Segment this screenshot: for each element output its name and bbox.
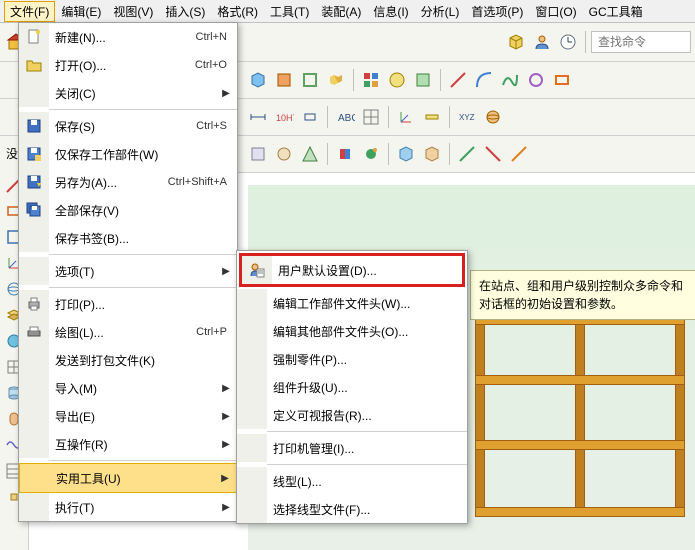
tool-rect-icon[interactable] xyxy=(550,68,574,92)
svg-text:XYZ: XYZ xyxy=(459,113,475,122)
menu-item-utilities[interactable]: 实用工具(U)▶ xyxy=(19,463,237,493)
svg-text:10H7: 10H7 xyxy=(276,113,294,123)
submenu-edit-work-header[interactable]: 编辑工作部件文件头(W)... xyxy=(237,289,467,317)
menu-item-save[interactable]: 保存(S)Ctrl+S xyxy=(19,112,237,140)
menu-edit[interactable]: 编辑(E) xyxy=(55,1,107,22)
menu-analysis[interactable]: 分析(L) xyxy=(415,1,466,22)
tool-circle-icon[interactable] xyxy=(524,68,548,92)
submenu-edit-other-header[interactable]: 编辑其他部件文件头(O)... xyxy=(237,317,467,345)
tool-arc-icon[interactable] xyxy=(472,68,496,92)
menu-format[interactable]: 格式(R) xyxy=(211,1,264,22)
tool-body-icon[interactable] xyxy=(246,68,270,92)
tool-a3-icon[interactable] xyxy=(298,142,322,166)
submenu-user-defaults[interactable]: 用户默认设置(D)... xyxy=(242,256,462,284)
submenu-force-part[interactable]: 强制零件(P)... xyxy=(237,345,467,373)
tool-edge-icon[interactable] xyxy=(298,68,322,92)
no-history-label: 没 xyxy=(6,145,18,162)
tool-view-3-icon[interactable] xyxy=(411,68,435,92)
tool-diag1-icon[interactable] xyxy=(455,142,479,166)
menu-prefs[interactable]: 首选项(P) xyxy=(465,1,529,22)
model-shelf xyxy=(465,315,695,535)
submenu-define-visual-report[interactable]: 定义可视报告(R)... xyxy=(237,401,467,429)
tool-assembly-icon[interactable] xyxy=(324,68,348,92)
menu-item-print[interactable]: 打印(P)... xyxy=(19,290,237,318)
tool-cs-icon[interactable] xyxy=(394,105,418,129)
submenu-select-linetype-file[interactable]: 选择线型文件(F)... xyxy=(237,495,467,523)
menu-item-open[interactable]: 打开(O)...Ctrl+O xyxy=(19,51,237,79)
menu-item-save-work[interactable]: 仅保存工作部件(W) xyxy=(19,140,237,168)
tool-a1-icon[interactable] xyxy=(246,142,270,166)
menu-item-execute[interactable]: 执行(T)▶ xyxy=(19,493,237,521)
tool-line-icon[interactable] xyxy=(446,68,470,92)
menu-item-savebookmark[interactable]: 保存书签(B)... xyxy=(19,224,237,252)
tool-text-icon[interactable]: ABC xyxy=(333,105,357,129)
menu-item-import[interactable]: 导入(M)▶ xyxy=(19,374,237,402)
tool-b2-icon[interactable] xyxy=(359,142,383,166)
tool-cube-icon[interactable] xyxy=(504,30,528,54)
menu-item-options[interactable]: 选项(T)▶ xyxy=(19,257,237,285)
tool-person-icon[interactable] xyxy=(530,30,554,54)
tool-view-2-icon[interactable] xyxy=(385,68,409,92)
tool-clock-icon[interactable] xyxy=(556,30,580,54)
tool-dim-3-icon[interactable] xyxy=(298,105,322,129)
tool-b1-icon[interactable] xyxy=(333,142,357,166)
file-menu-dropdown: 新建(N)...Ctrl+N 打开(O)...Ctrl+O 关闭(C)▶ 保存(… xyxy=(18,22,238,522)
menu-window[interactable]: 窗口(O) xyxy=(529,1,582,22)
svg-text:ABC: ABC xyxy=(338,113,355,124)
tool-meas-icon[interactable] xyxy=(420,105,444,129)
menu-item-plot[interactable]: 绘图(L)...Ctrl+P xyxy=(19,318,237,346)
tooltip-user-defaults: 在站点、组和用户级别控制众多命令和对话框的初始设置和参数。 xyxy=(470,270,695,320)
menu-item-interop[interactable]: 互操作(R)▶ xyxy=(19,430,237,458)
tool-xyz-icon[interactable]: XYZ xyxy=(455,105,479,129)
tool-grid-icon[interactable] xyxy=(359,105,383,129)
menu-file[interactable]: 文件(F) xyxy=(4,1,55,22)
menu-assembly[interactable]: 装配(A) xyxy=(315,1,367,22)
menubar: 文件(F) 编辑(E) 视图(V) 插入(S) 格式(R) 工具(T) 装配(A… xyxy=(0,0,695,23)
tool-view-1-icon[interactable] xyxy=(359,68,383,92)
tool-diag2-icon[interactable] xyxy=(481,142,505,166)
menu-item-saveall[interactable]: 全部保存(V) xyxy=(19,196,237,224)
menu-tools[interactable]: 工具(T) xyxy=(264,1,315,22)
tool-sphere-icon[interactable] xyxy=(481,105,505,129)
utilities-submenu: 用户默认设置(D)... 编辑工作部件文件头(W)... 编辑其他部件文件头(O… xyxy=(236,250,468,524)
submenu-component-upgrade[interactable]: 组件升级(U)... xyxy=(237,373,467,401)
submenu-linetype[interactable]: 线型(L)... xyxy=(237,467,467,495)
search-input[interactable] xyxy=(596,34,686,50)
menu-item-export[interactable]: 导出(E)▶ xyxy=(19,402,237,430)
tool-cube2-icon[interactable] xyxy=(394,142,418,166)
tool-dim-1-icon[interactable] xyxy=(246,105,270,129)
menu-item-close[interactable]: 关闭(C)▶ xyxy=(19,79,237,107)
tool-a2-icon[interactable] xyxy=(272,142,296,166)
search-command-box[interactable] xyxy=(591,31,691,53)
submenu-label: 用户默认设置(D)... xyxy=(278,262,454,279)
tool-spline-icon[interactable] xyxy=(498,68,522,92)
submenu-printer-manage[interactable]: 打印机管理(I)... xyxy=(237,434,467,462)
menu-view[interactable]: 视图(V) xyxy=(107,1,159,22)
menu-info[interactable]: 信息(I) xyxy=(367,1,414,22)
tool-face-icon[interactable] xyxy=(272,68,296,92)
menu-insert[interactable]: 插入(S) xyxy=(159,1,211,22)
menu-item-sendpack[interactable]: 发送到打包文件(K) xyxy=(19,346,237,374)
menu-gctools[interactable]: GC工具箱 xyxy=(583,1,649,22)
menu-item-new[interactable]: 新建(N)...Ctrl+N xyxy=(19,23,237,51)
tool-diag3-icon[interactable] xyxy=(507,142,531,166)
menu-item-saveas[interactable]: 另存为(A)...Ctrl+Shift+A xyxy=(19,168,237,196)
tool-cube3-icon[interactable] xyxy=(420,142,444,166)
tool-dim-2-icon[interactable]: 10H7 xyxy=(272,105,296,129)
